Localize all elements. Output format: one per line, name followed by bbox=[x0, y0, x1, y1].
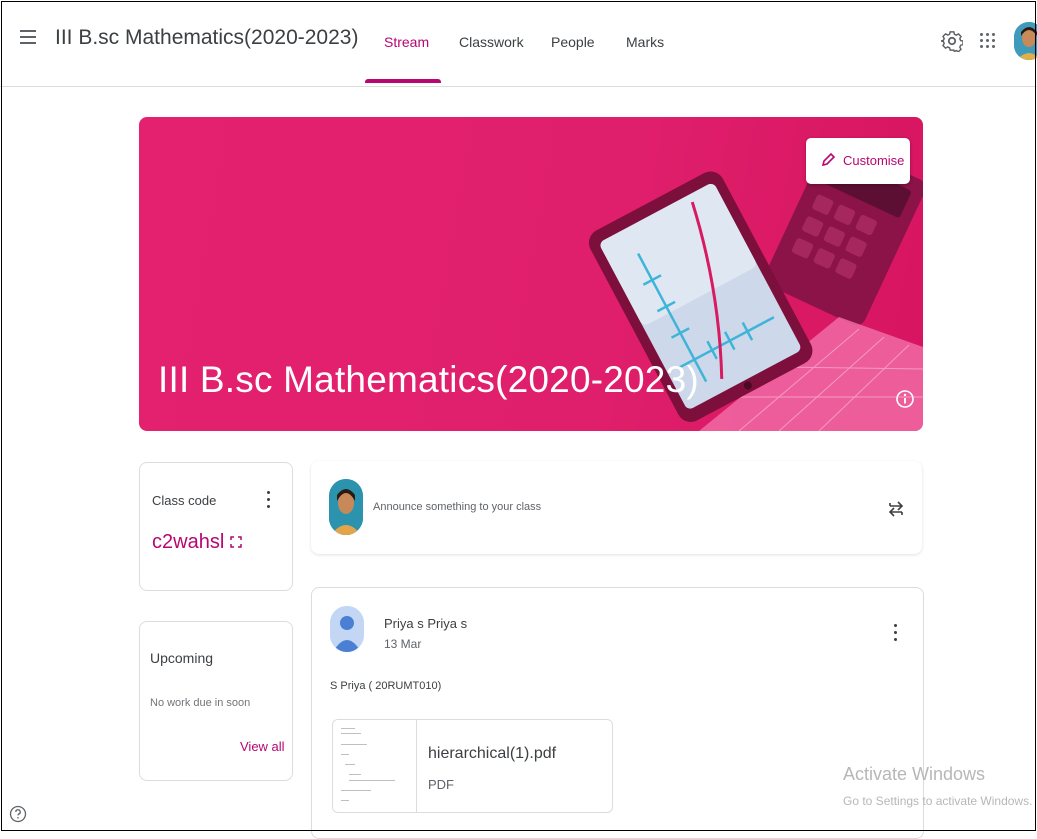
hamburger-menu-icon[interactable] bbox=[20, 30, 36, 44]
post-author: Priya s Priya s bbox=[384, 616, 468, 631]
help-icon[interactable] bbox=[9, 805, 27, 823]
activate-windows-subtitle: Go to Settings to activate Windows. bbox=[843, 794, 1033, 808]
customise-button[interactable]: Customise bbox=[806, 138, 910, 184]
info-icon[interactable] bbox=[895, 389, 915, 409]
attachment-card[interactable]: hierarchical(1).pdf PDF bbox=[332, 719, 613, 813]
post-more-options-icon[interactable] bbox=[892, 624, 898, 644]
customise-label: Customise bbox=[843, 153, 905, 168]
announce-box[interactable]: Announce something to your class bbox=[311, 461, 922, 554]
upcoming-card: Upcoming No work due in soon View all bbox=[139, 621, 293, 781]
google-apps-icon[interactable] bbox=[979, 32, 997, 50]
activate-windows-title: Activate Windows bbox=[843, 764, 986, 784]
user-avatar bbox=[329, 479, 363, 535]
top-app-bar: III B.sc Mathematics(2020-2023) Stream C… bbox=[0, 0, 1037, 87]
attachment-name: hierarchical(1).pdf bbox=[428, 745, 557, 762]
fullscreen-icon[interactable] bbox=[230, 536, 242, 548]
tab-classwork[interactable]: Classwork bbox=[459, 34, 524, 50]
attachment-type: PDF bbox=[428, 777, 454, 792]
tab-people[interactable]: People bbox=[551, 34, 595, 50]
banner-class-title: III B.sc Mathematics(2020-2023) bbox=[158, 359, 699, 400]
tab-marks[interactable]: Marks bbox=[626, 34, 664, 50]
view-all-link[interactable]: View all bbox=[240, 739, 285, 754]
upcoming-title: Upcoming bbox=[150, 650, 214, 666]
pencil-icon bbox=[821, 152, 836, 167]
post-body: S Priya ( 20RUMT010) bbox=[330, 680, 442, 692]
upcoming-text: No work due in soon bbox=[150, 697, 251, 709]
active-tab-indicator bbox=[365, 79, 441, 83]
class-banner: III B.sc Mathematics(2020-2023) Customis… bbox=[139, 117, 923, 431]
account-avatar[interactable] bbox=[1014, 22, 1037, 60]
post-date: 13 Mar bbox=[384, 637, 422, 651]
class-code-label: Class code bbox=[152, 493, 217, 508]
stream-post: Priya s Priya s 13 Mar S Priya ( 20RUMT0… bbox=[311, 587, 924, 839]
class-code-card: Class code c2wahsl bbox=[139, 462, 293, 591]
gear-icon[interactable] bbox=[941, 30, 963, 52]
class-title[interactable]: III B.sc Mathematics(2020-2023) bbox=[55, 26, 358, 50]
author-avatar bbox=[330, 606, 364, 652]
repost-icon[interactable] bbox=[887, 498, 905, 520]
class-code-value: c2wahsl bbox=[152, 531, 225, 553]
pdf-thumbnail bbox=[333, 720, 417, 812]
announce-placeholder[interactable]: Announce something to your class bbox=[373, 501, 541, 513]
more-options-icon[interactable] bbox=[265, 491, 271, 511]
tab-stream[interactable]: Stream bbox=[384, 34, 429, 50]
